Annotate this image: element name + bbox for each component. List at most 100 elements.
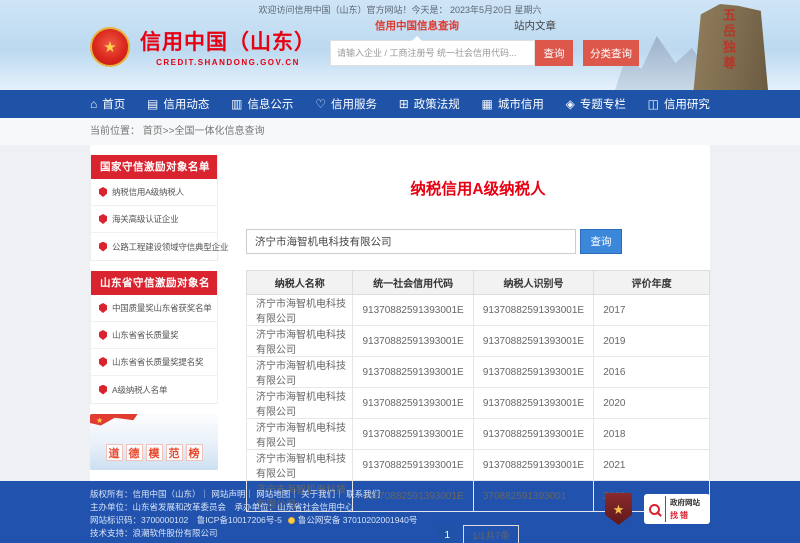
cell-eval-year: 2018 (594, 419, 710, 450)
header-query-button[interactable]: 查询 (535, 40, 573, 66)
gov-shield-badge[interactable]: ★ (605, 493, 632, 525)
nav-item[interactable]: ▤ 信用动态 (147, 96, 209, 112)
nav-item-label: 专题专栏 (580, 96, 626, 112)
find-error-text: 政府网站 找错 (665, 496, 700, 522)
icp-link[interactable]: 鲁ICP备10017206号-5 (197, 515, 282, 525)
sidebar-item[interactable]: A级纳税人名单 (91, 376, 217, 403)
table-row: 济宁市海智机电科技有限公司 91370882591393001E 9137088… (247, 295, 710, 326)
breadcrumb: 当前位置： 首页>>全国一体化信息查询 (90, 118, 710, 145)
nav-item-label: 信用动态 (163, 96, 209, 112)
tab-site-articles[interactable]: 站内文章 (514, 18, 556, 33)
cell-eval-year: 2017 (594, 295, 710, 326)
breadcrumb-path[interactable]: 首页>>全国一体化信息查询 (143, 126, 265, 137)
nav-item-label: 城市信用 (498, 96, 544, 112)
footer-link[interactable]: 网站声明 (201, 489, 246, 499)
footer-badges: ★ 政府网站 找错 (605, 493, 710, 525)
breadcrumb-prefix: 当前位置： (90, 126, 140, 137)
sidebar-section-title: 国家守信激励对象名单 (91, 155, 217, 179)
company-search-input[interactable] (246, 229, 576, 254)
sidebar-item[interactable]: 纳税信用A级纳税人 (91, 179, 217, 206)
sidebar: 国家守信激励对象名单 纳税信用A级纳税人 海关高级认证企业 公路工程建设领域守信… (90, 155, 218, 481)
cell-taxpayer-id: 91370882591393001E (473, 388, 593, 419)
city-building-icon: ▦ (482, 98, 493, 110)
moral-model-banner[interactable]: ★ 道德模范榜 (90, 414, 218, 470)
cell-credit-code: 91370882591393001E (353, 419, 473, 450)
sidebar-item[interactable]: 公路工程建设领域守信典型企业 (91, 233, 217, 260)
banner-char: 道 (106, 444, 123, 461)
header-search-input[interactable] (330, 40, 535, 66)
disclosure-icon: ▥ (231, 98, 242, 110)
cell-taxpayer-id: 91370882591393001E (473, 450, 593, 481)
sidebar-item-label: 纳税信用A级纳税人 (112, 186, 184, 198)
cell-taxpayer-id: 91370882591393001E (473, 357, 593, 388)
table-row: 济宁市海智机电科技有限公司 91370882591393001E 9137088… (247, 419, 710, 450)
nav-item[interactable]: ⊞ 政策法规 (399, 96, 460, 112)
footer-link[interactable]: 关于我们 (290, 489, 335, 499)
magnifier-icon (649, 504, 660, 515)
footer-link[interactable]: 网站地图 (245, 489, 290, 499)
cell-taxpayer-id: 91370882591393001E (473, 419, 593, 450)
nav-item-label: 政策法规 (414, 96, 460, 112)
news-icon: ▤ (147, 98, 158, 110)
sidebar-item[interactable]: 山东省省长质量奖 (91, 322, 217, 349)
table-row: 济宁市海智机电科技有限公司 91370882591393001E 9137088… (247, 450, 710, 481)
nav-item[interactable]: ▦ 城市信用 (482, 96, 544, 112)
medal-icon (99, 385, 107, 395)
table-row: 济宁市海智机电科技有限公司 91370882591393001E 9137088… (247, 357, 710, 388)
table-header-cell: 评价年度 (594, 271, 710, 295)
main-nav: ⌂ 首页 ▤ 信用动态 ▥ 信息公示 ♡ 信用服务 ⊞ 政策法规 ▦ 城市信用 … (0, 90, 800, 118)
tab-credit-query[interactable]: 信用中国信息查询 (375, 18, 459, 33)
sidebar-item-label: 公路工程建设领域守信典型企业 (112, 241, 228, 253)
banner-char: 榜 (186, 444, 203, 461)
table-header-cell: 纳税人识别号 (473, 271, 593, 295)
find-error-badge[interactable]: 政府网站 找错 (644, 494, 710, 524)
table-row: 济宁市海智机电科技有限公司 91370882591393001E 9137088… (247, 388, 710, 419)
sidebar-item[interactable]: 海关高级认证企业 (91, 206, 217, 233)
cell-credit-code: 91370882591393001E (353, 450, 473, 481)
sidebar-item[interactable]: 山东省省长质量奖提名奖 (91, 349, 217, 376)
query-button[interactable]: 查询 (580, 229, 622, 254)
footer-support-line: 技术支持：浪潮软件股份有限公司 (90, 527, 710, 540)
cell-eval-year: 2020 (594, 388, 710, 419)
nav-item[interactable]: ♡ 信用服务 (315, 96, 377, 112)
site-logo[interactable]: ★ 信用中国（山东） CREDIT.SHANDONG.GOV.CN (90, 26, 316, 67)
logo-text: 信用中国（山东） CREDIT.SHANDONG.GOV.CN (140, 26, 316, 67)
cell-taxpayer-name: 济宁市海智机电科技有限公司 (247, 388, 353, 419)
category-query-button[interactable]: 分类查询 (583, 40, 639, 66)
nav-item[interactable]: ◈ 专题专栏 (566, 96, 626, 112)
medal-icon (99, 330, 107, 340)
search-tabs: 信用中国信息查询 站内文章 (330, 18, 640, 33)
research-book-icon: ◫ (648, 98, 659, 110)
cell-taxpayer-id: 91370882591393001E (473, 326, 593, 357)
sidebar-item-label: A级纳税人名单 (112, 384, 167, 396)
flag-star-icon: ★ (96, 416, 103, 425)
medal-icon (99, 242, 107, 252)
sidebar-item-label: 海关高级认证企业 (112, 213, 178, 225)
site-code: 网站标识码：3700000102 (90, 515, 188, 525)
site-domain: CREDIT.SHANDONG.GOV.CN (140, 58, 316, 67)
sidebar-item-label: 中国质量奖山东省获奖名单 (112, 302, 212, 314)
cell-eval-year: 2021 (594, 450, 710, 481)
sidebar-item-label: 山东省省长质量奖提名奖 (112, 356, 203, 368)
cell-credit-code: 91370882591393001E (353, 326, 473, 357)
police-record-link[interactable]: 鲁公网安备 37010202001940号 (298, 515, 418, 525)
cell-credit-code: 91370882591393001E (353, 388, 473, 419)
sidebar-section-national: 国家守信激励对象名单 纳税信用A级纳税人 海关高级认证企业 公路工程建设领域守信… (90, 155, 218, 261)
welcome-dateline: 欢迎访问信用中国（山东）官方网站！今天是： 2023年5月20日 星期六 (0, 3, 800, 16)
copyright-text: 版权所有：信用中国（山东） (90, 489, 201, 499)
nav-item[interactable]: ▥ 信息公示 (231, 96, 293, 112)
header-search-row: 查询 分类查询 (330, 40, 640, 66)
footer-link[interactable]: 联系我们 (335, 489, 380, 499)
result-table: 纳税人名称统一社会信用代码纳税人识别号评价年度 济宁市海智机电科技有限公司 91… (246, 270, 710, 512)
table-row: 济宁市海智机电科技有限公司 91370882591393001E 9137088… (247, 326, 710, 357)
nav-item[interactable]: ◫ 信用研究 (648, 96, 710, 112)
cell-taxpayer-name: 济宁市海智机电科技有限公司 (247, 357, 353, 388)
topics-layers-icon: ◈ (566, 98, 575, 110)
main-content: 纳税信用A级纳税人 查询 纳税人名称统一社会信用代码纳税人识别号评价年度 济宁市… (246, 155, 710, 481)
result-search-row: 查询 (246, 229, 710, 254)
table-header-cell: 统一社会信用代码 (353, 271, 473, 295)
cell-credit-code: 91370882591393001E (353, 295, 473, 326)
nav-item[interactable]: ⌂ 首页 (90, 96, 125, 112)
medal-icon (99, 357, 107, 367)
cell-taxpayer-id: 91370882591393001E (473, 295, 593, 326)
